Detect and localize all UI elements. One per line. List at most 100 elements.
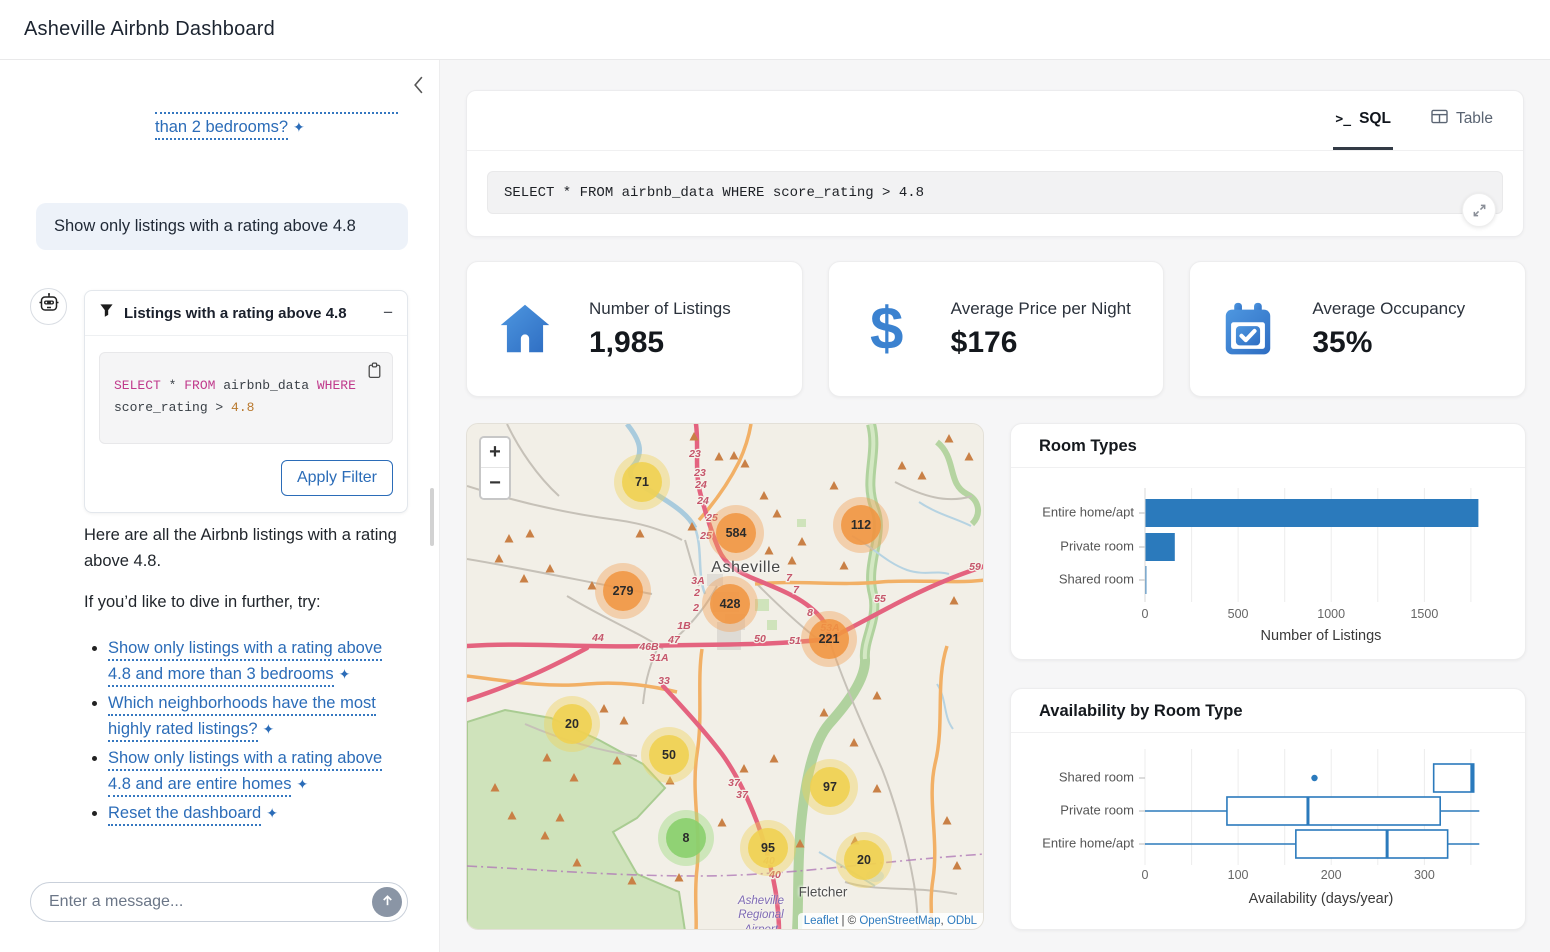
map-attribution: Leaflet | © OpenStreetMap, ODbL xyxy=(798,913,983,929)
zoom-out-button[interactable]: − xyxy=(481,468,509,498)
copy-icon[interactable] xyxy=(366,361,383,382)
map-cluster-marker[interactable]: 8 xyxy=(666,818,706,858)
map-label-fletcher: Fletcher xyxy=(799,885,848,900)
suggestion-link-reset[interactable]: Reset the dashboard✦ xyxy=(108,804,278,822)
availability-chart: 0100200300Shared roomPrivate roomEntire … xyxy=(1011,733,1525,937)
robot-icon xyxy=(37,292,61,321)
osm-link[interactable]: OpenStreetMap xyxy=(859,915,940,927)
metric-cards: Number of Listings 1,985 $ Average Price… xyxy=(466,261,1526,397)
list-item: Which neighborhoods have the most highly… xyxy=(108,690,406,742)
assistant-avatar xyxy=(30,288,67,325)
svg-text:200: 200 xyxy=(1321,868,1342,882)
suggestion-link-bedrooms[interactable]: Show only listings with a rating above 4… xyxy=(108,639,382,683)
svg-text:2: 2 xyxy=(693,587,700,599)
suggestion-link-partial[interactable]: than 2 bedrooms?✦ xyxy=(155,118,305,136)
map-label-asheville: Asheville xyxy=(711,559,780,577)
query-panel: >_ SQL Table SELECT * FROM airbnb_data W… xyxy=(466,90,1524,237)
user-message: Show only listings with a rating above 4… xyxy=(36,203,408,250)
map-cluster-marker[interactable]: 20 xyxy=(552,704,592,744)
map-cluster-marker[interactable]: 97 xyxy=(810,767,850,807)
collapse-filter-card-button[interactable]: − xyxy=(383,303,393,323)
svg-text:51: 51 xyxy=(789,635,801,647)
chart-title: Availability by Room Type xyxy=(1011,689,1525,733)
map-cluster-marker[interactable]: 50 xyxy=(649,735,689,775)
chevron-left-icon xyxy=(412,82,425,97)
map-cluster-marker[interactable]: 71 xyxy=(622,462,662,502)
metric-card-occupancy: Average Occupancy 35% xyxy=(1189,261,1526,397)
dashboard-main: >_ SQL Table SELECT * FROM airbnb_data W… xyxy=(440,60,1550,952)
suggestion-list: Show only listings with a rating above 4… xyxy=(84,635,406,829)
svg-text:Number of Listings: Number of Listings xyxy=(1261,628,1382,644)
svg-text:31A: 31A xyxy=(649,652,668,664)
svg-text:Availability (days/year): Availability (days/year) xyxy=(1249,891,1394,907)
app-header: Asheville Airbnb Dashboard xyxy=(0,0,1550,60)
metric-label: Number of Listings xyxy=(589,299,731,319)
suggestion-link-partial-wrap: than 2 bedrooms?✦ xyxy=(155,112,398,137)
map-cluster-marker[interactable]: 279 xyxy=(603,571,643,611)
map-cluster-marker[interactable]: 584 xyxy=(716,513,756,553)
suggestion-link-entire-homes[interactable]: Show only listings with a rating above 4… xyxy=(108,749,382,793)
svg-text:37: 37 xyxy=(728,777,741,789)
message-input-bar xyxy=(30,882,408,922)
zoom-in-button[interactable]: + xyxy=(481,438,509,468)
svg-text:3A: 3A xyxy=(691,575,704,587)
sparkle-icon: ✦ xyxy=(263,721,275,737)
arrow-up-icon xyxy=(380,893,395,911)
sidebar-collapse-button[interactable] xyxy=(412,76,425,97)
svg-text:100: 100 xyxy=(1228,868,1249,882)
sparkle-icon: ✦ xyxy=(266,805,278,821)
message-input[interactable] xyxy=(49,893,372,911)
filter-card-title: Listings with a rating above 4.8 xyxy=(124,305,373,322)
svg-text:Private room: Private room xyxy=(1060,538,1134,553)
map[interactable]: 2323242425253A221B4446B4731A505177853A55… xyxy=(466,423,984,930)
sparkle-icon: ✦ xyxy=(293,119,305,135)
list-item: Show only listings with a rating above 4… xyxy=(108,635,406,687)
svg-text:47: 47 xyxy=(667,634,681,646)
chat-sidebar: than 2 bedrooms?✦ Show only listings wit… xyxy=(0,60,440,952)
map-zoom-control: + − xyxy=(479,436,511,500)
dollar-icon: $ xyxy=(855,299,919,359)
house-icon xyxy=(493,298,557,360)
suggestion-link-neighborhoods[interactable]: Which neighborhoods have the most highly… xyxy=(108,694,376,738)
apply-filter-button[interactable]: Apply Filter xyxy=(281,460,393,496)
list-item: Show only listings with a rating above 4… xyxy=(108,745,406,797)
tab-sql[interactable]: >_ SQL xyxy=(1333,91,1393,150)
svg-text:55: 55 xyxy=(874,593,886,605)
odbl-link[interactable]: ODbL xyxy=(947,915,977,927)
svg-text:Private room: Private room xyxy=(1060,802,1134,817)
metric-value: 35% xyxy=(1312,326,1465,360)
sidebar-scrollbar[interactable] xyxy=(430,488,434,546)
svg-text:37: 37 xyxy=(736,789,749,801)
metric-value: $176 xyxy=(951,326,1131,360)
svg-text:Entire home/apt: Entire home/apt xyxy=(1042,835,1134,850)
tab-table[interactable]: Table xyxy=(1429,91,1495,150)
svg-text:0: 0 xyxy=(1142,868,1149,882)
svg-text:1000: 1000 xyxy=(1317,607,1345,621)
svg-text:2: 2 xyxy=(692,602,699,614)
map-cluster-marker[interactable]: 221 xyxy=(809,619,849,659)
metric-value: 1,985 xyxy=(589,326,731,360)
sparkle-icon: ✦ xyxy=(339,666,351,682)
map-cluster-marker[interactable]: 95 xyxy=(748,828,788,868)
svg-text:23: 23 xyxy=(693,467,706,479)
send-button[interactable] xyxy=(372,887,402,917)
svg-text:1B: 1B xyxy=(677,620,691,632)
svg-text:44: 44 xyxy=(591,632,604,644)
room-types-card: Room Types 050010001500Entire home/aptPr… xyxy=(1010,423,1526,660)
svg-text:Entire home/apt: Entire home/apt xyxy=(1042,504,1134,519)
map-cluster-marker[interactable]: 20 xyxy=(844,840,884,880)
room-types-chart: 050010001500Entire home/aptPrivate roomS… xyxy=(1011,468,1525,667)
page-title: Asheville Airbnb Dashboard xyxy=(24,18,275,41)
map-label-airport: AshevilleRegionalAirport xyxy=(738,894,784,930)
svg-text:Shared room: Shared room xyxy=(1059,769,1134,784)
assistant-message-line2: If you’d like to dive in further, try: xyxy=(84,593,404,612)
metric-card-price: $ Average Price per Night $176 xyxy=(828,261,1165,397)
list-item: Reset the dashboard✦ xyxy=(108,800,406,826)
sql-query-text: SELECT * FROM airbnb_data WHERE score_ra… xyxy=(504,185,924,201)
map-cluster-marker[interactable]: 428 xyxy=(710,584,750,624)
svg-text:0: 0 xyxy=(1142,607,1149,621)
map-cluster-marker[interactable]: 112 xyxy=(841,505,881,545)
expand-icon[interactable] xyxy=(1462,193,1496,227)
leaflet-link[interactable]: Leaflet xyxy=(804,915,839,927)
svg-text:23: 23 xyxy=(688,448,701,460)
